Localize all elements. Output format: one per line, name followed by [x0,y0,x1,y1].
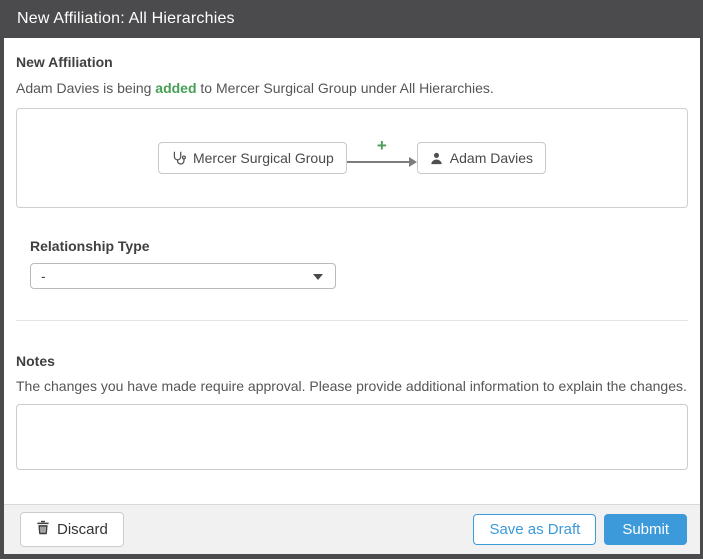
relationship-type-dropdown[interactable]: - [30,263,336,289]
save-as-draft-label: Save as Draft [489,521,581,538]
footer-action-group: Save as Draft Submit [473,514,687,545]
organization-node-label: Mercer Surgical Group [192,150,334,166]
trash-icon [36,520,50,539]
notes-heading: Notes [16,353,55,369]
submit-button[interactable]: Submit [604,514,687,545]
relationship-type-label: Relationship Type [30,238,150,254]
arrow-right-icon [346,161,410,163]
provider-node-label: Adam Davies [449,150,534,166]
section-divider [16,320,688,321]
submit-button-label: Submit [622,521,669,538]
stethoscope-icon [171,151,186,166]
save-as-draft-button[interactable]: Save as Draft [473,514,597,545]
affiliation-summary-text: Adam Davies is being added to Mercer Sur… [16,80,688,96]
plus-icon: + [376,136,387,155]
affiliation-diagram: Mercer Surgical Group + Adam Davies [16,108,688,208]
discard-button[interactable]: Discard [20,512,124,547]
affiliation-connector: + [346,137,417,175]
provider-node: Adam Davies [416,142,547,174]
discard-button-label: Discard [57,521,108,538]
summary-suffix: to Mercer Surgical Group under All Hiera… [200,80,494,96]
notes-description: The changes you have made require approv… [16,378,687,394]
new-affiliation-modal: New Affiliation: All Hierarchies New Aff… [0,0,703,554]
organization-node: Mercer Surgical Group [157,142,347,174]
modal-footer: Discard Save as Draft Submit [4,504,700,554]
new-affiliation-heading: New Affiliation [16,54,113,70]
arrow-head-icon [408,157,417,167]
modal-content: New Affiliation Adam Davies is being add… [4,38,700,554]
user-icon [430,152,443,165]
summary-prefix: Adam Davies is being [16,80,152,96]
relationship-type-selected-value: - [41,268,46,284]
modal-body: New Affiliation Adam Davies is being add… [4,38,700,504]
relationship-type-section: Relationship Type - [30,238,688,289]
caret-down-icon [313,274,323,280]
summary-added-highlight: added [155,80,197,96]
modal-header: New Affiliation: All Hierarchies [0,0,703,38]
notes-input[interactable] [16,404,688,470]
modal-title: New Affiliation: All Hierarchies [17,10,235,27]
